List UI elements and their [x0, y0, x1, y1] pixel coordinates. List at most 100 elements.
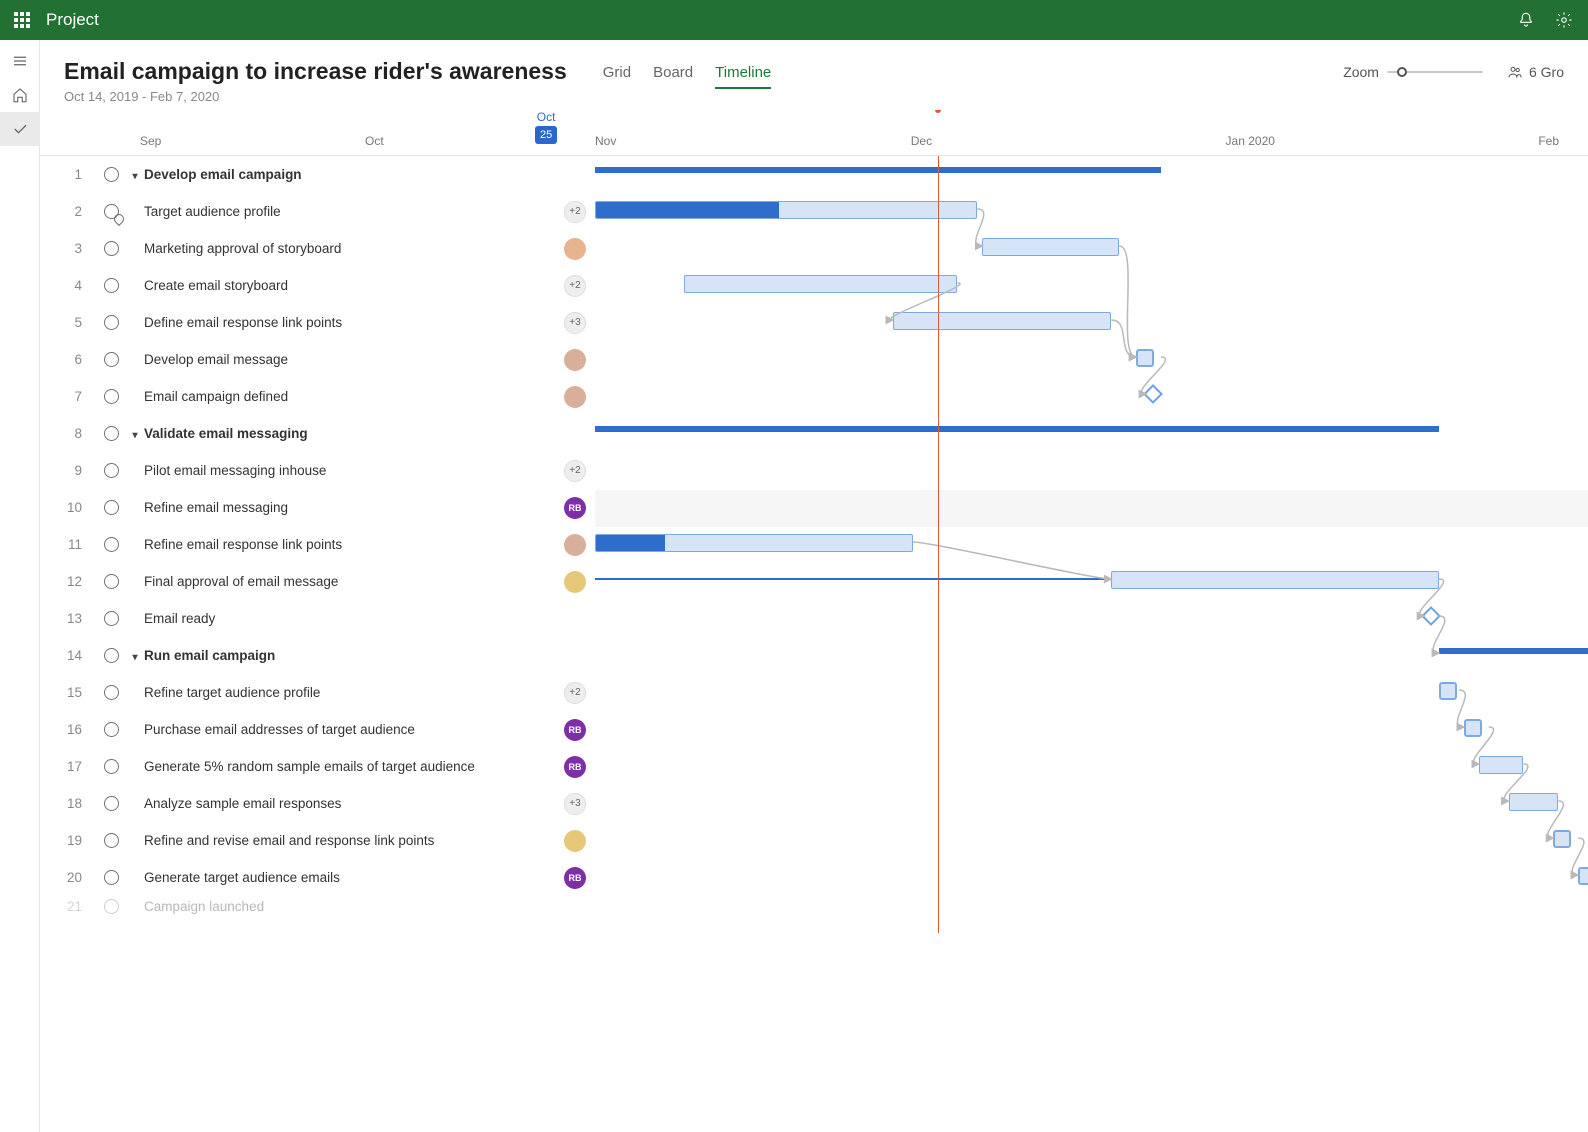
complete-toggle[interactable]	[96, 833, 126, 848]
task-name[interactable]: Target audience profile	[126, 204, 555, 219]
task-row[interactable]: 11Refine email response link points	[40, 526, 595, 563]
assignee-cell[interactable]	[555, 349, 595, 371]
chevron-down-icon[interactable]: ▾	[130, 171, 140, 182]
complete-toggle[interactable]	[96, 685, 126, 700]
complete-toggle[interactable]	[96, 759, 126, 774]
complete-toggle[interactable]	[96, 167, 126, 182]
task-bar[interactable]	[1578, 867, 1588, 885]
project-title[interactable]: Email campaign to increase rider's aware…	[64, 58, 567, 85]
complete-toggle[interactable]	[96, 500, 126, 515]
chevron-down-icon[interactable]: ▾	[130, 430, 140, 441]
tab-board[interactable]: Board	[653, 64, 693, 89]
task-name[interactable]: Create email storyboard	[126, 278, 555, 293]
task-name[interactable]: Analyze sample email responses	[126, 796, 555, 811]
group-button[interactable]: 6 Gro	[1507, 58, 1564, 80]
assignee-cell[interactable]: +2	[555, 201, 595, 223]
home-icon[interactable]	[0, 78, 40, 112]
task-bar[interactable]	[1509, 793, 1559, 811]
task-name[interactable]: Marketing approval of storyboard	[126, 241, 555, 256]
task-row[interactable]: 6Develop email message	[40, 341, 595, 378]
task-name[interactable]: Email ready	[126, 611, 555, 626]
complete-toggle[interactable]	[96, 241, 126, 256]
complete-toggle[interactable]	[96, 204, 126, 219]
summary-bar[interactable]	[1439, 648, 1588, 654]
task-name[interactable]: Define email response link points	[126, 315, 555, 330]
assignee-cell[interactable]: +2	[555, 460, 595, 482]
complete-toggle[interactable]	[96, 722, 126, 737]
avatar[interactable]: RB	[564, 719, 586, 741]
task-name[interactable]: Generate 5% random sample emails of targ…	[126, 759, 555, 774]
complete-toggle[interactable]	[96, 537, 126, 552]
task-row[interactable]: 15Refine target audience profile+2	[40, 674, 595, 711]
task-name[interactable]: Pilot email messaging inhouse	[126, 463, 555, 478]
avatar[interactable]: RB	[564, 867, 586, 889]
task-bar[interactable]	[1479, 756, 1524, 774]
task-name[interactable]: Refine target audience profile	[126, 685, 555, 700]
task-bar[interactable]	[982, 238, 1119, 256]
summary-bar[interactable]	[595, 167, 1161, 173]
task-row[interactable]: 13Email ready	[40, 600, 595, 637]
assignee-overflow-badge[interactable]: +3	[564, 793, 586, 815]
assignee-cell[interactable]: RB	[555, 867, 595, 889]
assignee-overflow-badge[interactable]: +2	[564, 460, 586, 482]
task-row[interactable]: 2Target audience profile+2	[40, 193, 595, 230]
avatar[interactable]	[564, 571, 586, 593]
task-row-summary[interactable]: 1▾Develop email campaign	[40, 156, 595, 193]
assignee-cell[interactable]: RB	[555, 719, 595, 741]
complete-toggle[interactable]	[96, 574, 126, 589]
task-row[interactable]: 7Email campaign defined	[40, 378, 595, 415]
avatar[interactable]: RB	[564, 497, 586, 519]
assignee-overflow-badge[interactable]: +2	[564, 682, 586, 704]
assignee-cell[interactable]: +3	[555, 793, 595, 815]
chevron-down-icon[interactable]: ▾	[130, 652, 140, 663]
task-bar[interactable]	[595, 201, 977, 219]
task-row[interactable]: 21Campaign launched	[40, 896, 595, 916]
assignee-cell[interactable]: +2	[555, 275, 595, 297]
assignee-overflow-badge[interactable]: +2	[564, 201, 586, 223]
task-row-summary[interactable]: 8▾Validate email messaging	[40, 415, 595, 452]
assignee-cell[interactable]	[555, 238, 595, 260]
assignee-overflow-badge[interactable]: +3	[564, 312, 586, 334]
complete-toggle[interactable]	[96, 899, 126, 914]
avatar[interactable]	[564, 386, 586, 408]
milestone-icon[interactable]	[1143, 384, 1163, 404]
task-row[interactable]: 9Pilot email messaging inhouse+2	[40, 452, 595, 489]
task-name[interactable]: Purchase email addresses of target audie…	[126, 722, 555, 737]
summary-bar[interactable]	[595, 426, 1439, 432]
assignee-cell[interactable]	[555, 830, 595, 852]
task-name[interactable]: Refine email messaging	[126, 500, 555, 515]
task-name[interactable]: Refine and revise email and response lin…	[126, 833, 555, 848]
notifications-icon[interactable]	[1510, 4, 1542, 36]
task-name[interactable]: ▾Validate email messaging	[126, 426, 555, 441]
task-name[interactable]: ▾Run email campaign	[126, 648, 555, 663]
tab-timeline[interactable]: Timeline	[715, 64, 771, 89]
task-bar[interactable]	[1439, 682, 1457, 700]
complete-toggle[interactable]	[96, 870, 126, 885]
task-row[interactable]: 19Refine and revise email and response l…	[40, 822, 595, 859]
assignee-cell[interactable]: +2	[555, 682, 595, 704]
zoom-slider[interactable]	[1387, 66, 1483, 78]
assignee-cell[interactable]: RB	[555, 497, 595, 519]
task-row[interactable]: 3Marketing approval of storyboard	[40, 230, 595, 267]
settings-icon[interactable]	[1548, 4, 1580, 36]
task-name[interactable]: Email campaign defined	[126, 389, 555, 404]
task-bar[interactable]	[1553, 830, 1571, 848]
task-bar[interactable]	[1111, 571, 1439, 589]
assignee-cell[interactable]	[555, 386, 595, 408]
task-bar[interactable]	[1464, 719, 1482, 737]
task-row[interactable]: 4Create email storyboard+2	[40, 267, 595, 304]
assignee-cell[interactable]	[555, 534, 595, 556]
complete-toggle[interactable]	[96, 315, 126, 330]
complete-toggle[interactable]	[96, 611, 126, 626]
task-name[interactable]: Refine email response link points	[126, 537, 555, 552]
task-name[interactable]: Generate target audience emails	[126, 870, 555, 885]
assignee-cell[interactable]: RB	[555, 756, 595, 778]
complete-toggle[interactable]	[96, 389, 126, 404]
app-launcher-icon[interactable]	[8, 6, 36, 34]
task-check-icon[interactable]	[0, 112, 40, 146]
complete-toggle[interactable]	[96, 463, 126, 478]
complete-toggle[interactable]	[96, 426, 126, 441]
assignee-cell[interactable]: +3	[555, 312, 595, 334]
task-row[interactable]: 18Analyze sample email responses+3	[40, 785, 595, 822]
avatar[interactable]: RB	[564, 756, 586, 778]
